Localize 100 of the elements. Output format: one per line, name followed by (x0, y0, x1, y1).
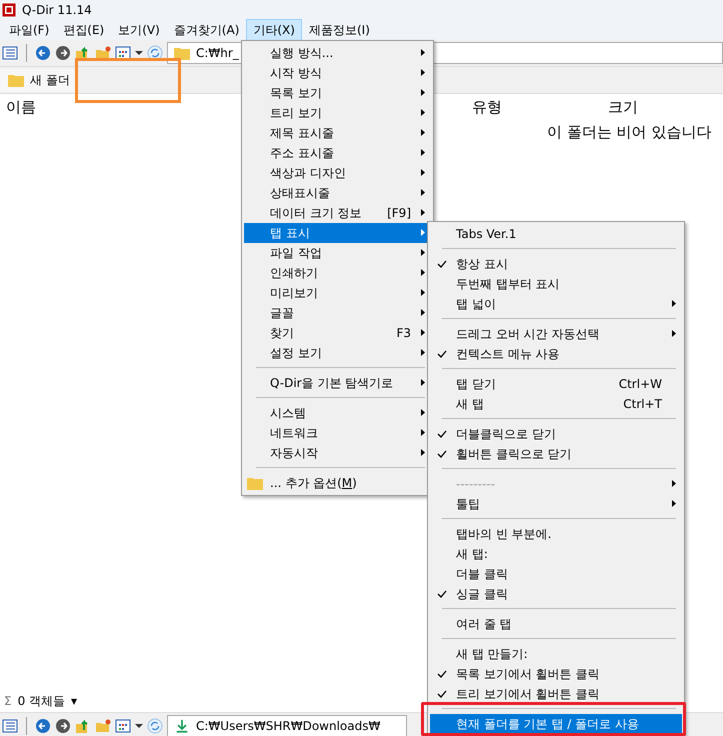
view-grid-icon[interactable] (115, 45, 131, 61)
menu-item[interactable]: 파일 작업 (244, 243, 431, 263)
check-icon (437, 450, 447, 458)
submenu-arrow-icon (421, 109, 425, 116)
submenu-arrow-icon (421, 309, 425, 316)
menu-item[interactable]: Tabs Ver.1 (430, 224, 682, 244)
menu-item[interactable]: 인쇄하기 (244, 263, 431, 283)
back-icon[interactable] (35, 45, 51, 61)
menu-item[interactable]: 컨텍스트 메뉴 사용 (430, 344, 682, 364)
folder-tab[interactable]: 새 폴더 (0, 68, 78, 92)
submenu-arrow-icon (421, 49, 425, 56)
address-field[interactable]: C:₩Users₩SHR₩Downloads₩ (167, 715, 407, 736)
menu-item[interactable]: 자동시작 (244, 443, 431, 463)
menu-item[interactable]: 휠버튼 클릭으로 닫기 (430, 444, 682, 464)
check-icon (437, 590, 447, 598)
submenu-arrow-icon (421, 269, 425, 276)
new-folder-icon[interactable] (95, 45, 111, 61)
menu-item[interactable]: 여러 줄 탭 (430, 614, 682, 634)
view-grid-icon[interactable] (115, 718, 131, 734)
menu-bar-item[interactable]: 즐겨찾기(A) (166, 18, 246, 42)
submenu-arrow-icon (421, 209, 425, 216)
app-icon (2, 3, 16, 17)
submenu-arrow-icon (421, 129, 425, 136)
menu-item[interactable]: 트리 보기 (244, 103, 431, 123)
check-icon (437, 430, 447, 438)
menu-item[interactable]: 미리보기 (244, 283, 431, 303)
empty-folder-message: 이 폴더는 비어 있습니다 (547, 123, 712, 142)
menu-item[interactable]: 시스템 (244, 403, 431, 423)
submenu-arrow-icon (421, 229, 425, 236)
menu-item[interactable]: 주소 표시줄 (244, 143, 431, 163)
submenu-arrow-icon (672, 480, 676, 487)
menu-item[interactable]: 트리 보기에서 휠버튼 클릭 (430, 684, 682, 704)
list-view-icon[interactable] (2, 718, 18, 734)
menu-item[interactable]: 두번째 탭부터 표시 (430, 274, 682, 294)
folder-icon (8, 73, 24, 87)
menu-item[interactable]: 싱글 클릭 (430, 584, 682, 604)
column-header[interactable]: 크기 (608, 98, 638, 116)
back-icon[interactable] (35, 718, 51, 734)
dropdown-icon[interactable] (135, 49, 143, 57)
forward-icon[interactable] (55, 45, 71, 61)
submenu-arrow-icon (421, 69, 425, 76)
menu-item[interactable]: 항상 표시 (430, 254, 682, 274)
column-header[interactable]: 유형 (472, 98, 502, 116)
menu-bar-item[interactable]: 편집(E) (56, 18, 112, 42)
menu-item[interactable]: 탭 넓이 (430, 294, 682, 314)
folder-icon (247, 476, 263, 490)
menu-item[interactable]: 네트워크 (244, 423, 431, 443)
window-title: Q-Dir 11.14 (22, 3, 92, 17)
menu-item[interactable]: 상태표시줄 (244, 183, 431, 203)
menu-item[interactable]: 탭 닫기 Ctrl+W (430, 374, 682, 394)
menu-item[interactable]: 새 탭 만들기: (430, 644, 682, 664)
submenu-arrow-icon (421, 449, 425, 456)
check-icon (437, 260, 447, 268)
sigma-icon: Σ (4, 694, 12, 708)
check-icon (437, 350, 447, 358)
menu-item[interactable]: 찾기 F3 (244, 323, 431, 343)
menu-item[interactable]: 더블클릭으로 닫기 (430, 424, 682, 444)
menu-bar-item[interactable]: 기타(X) (246, 18, 302, 42)
new-folder-icon[interactable] (95, 718, 111, 734)
submenu-arrow-icon (421, 349, 425, 356)
menu-bar-item[interactable]: 제품정보(I) (302, 18, 377, 42)
dropdown-icon[interactable] (135, 722, 143, 730)
submenu-arrow-icon (421, 289, 425, 296)
menu-item[interactable]: 새 탭 Ctrl+T (430, 394, 682, 414)
submenu-arrow-icon (421, 149, 425, 156)
submenu-arrow-icon (421, 329, 425, 336)
folder-icon (174, 46, 190, 60)
menu-item[interactable]: 목록 보기에서 휠버튼 클릭 (430, 664, 682, 684)
check-icon (437, 690, 447, 698)
submenu-arrow-icon (672, 330, 676, 337)
check-icon (437, 670, 447, 678)
menu-item[interactable]: 시작 방식 (244, 63, 431, 83)
menu-item[interactable]: 현재 폴더를 기본 탭 / 폴더로 사용 (430, 714, 682, 734)
menu-item[interactable]: Q-Dir을 기본 탐색기로 (244, 373, 431, 393)
submenu-arrow-icon (672, 500, 676, 507)
menu-item[interactable]: 설정 보기 (244, 343, 431, 363)
submenu-arrow-icon (421, 429, 425, 436)
column-header[interactable]: 이름 (6, 98, 36, 116)
submenu-arrow-icon (421, 409, 425, 416)
submenu-arrow-icon (421, 169, 425, 176)
submenu-arrow-icon (672, 300, 676, 307)
menu-item[interactable]: 실행 방식... (244, 43, 431, 63)
menu-bar-item[interactable]: 파일(F) (2, 18, 56, 42)
forward-icon[interactable] (55, 718, 71, 734)
menu-item[interactable]: 색상과 디자인 (244, 163, 431, 183)
object-count: 0 객체들 (18, 692, 66, 710)
menu-bar-item[interactable]: 보기(V) (111, 18, 167, 42)
menu-item[interactable]: ... 추가 옵션(M) (244, 473, 431, 493)
menu-item[interactable]: 제목 표시줄 (244, 123, 431, 143)
menu-item[interactable]: 툴팁 (430, 494, 682, 514)
menu-item[interactable]: 목록 보기 (244, 83, 431, 103)
menu-item[interactable]: 드레그 오버 시간 자동선택 (430, 324, 682, 344)
menu-item[interactable]: 탭바의 빈 부분에. (430, 524, 682, 544)
list-view-icon[interactable] (2, 45, 18, 61)
caret-icon[interactable]: ▾ (71, 694, 78, 708)
menu-item[interactable]: 글꼴 (244, 303, 431, 323)
menu-item[interactable]: 데이터 크기 정보 [F9] (244, 203, 431, 223)
menu-item[interactable]: 새 탭: (430, 544, 682, 564)
menu-item[interactable]: 더블 클릭 (430, 564, 682, 584)
submenu-arrow-icon (421, 249, 425, 256)
